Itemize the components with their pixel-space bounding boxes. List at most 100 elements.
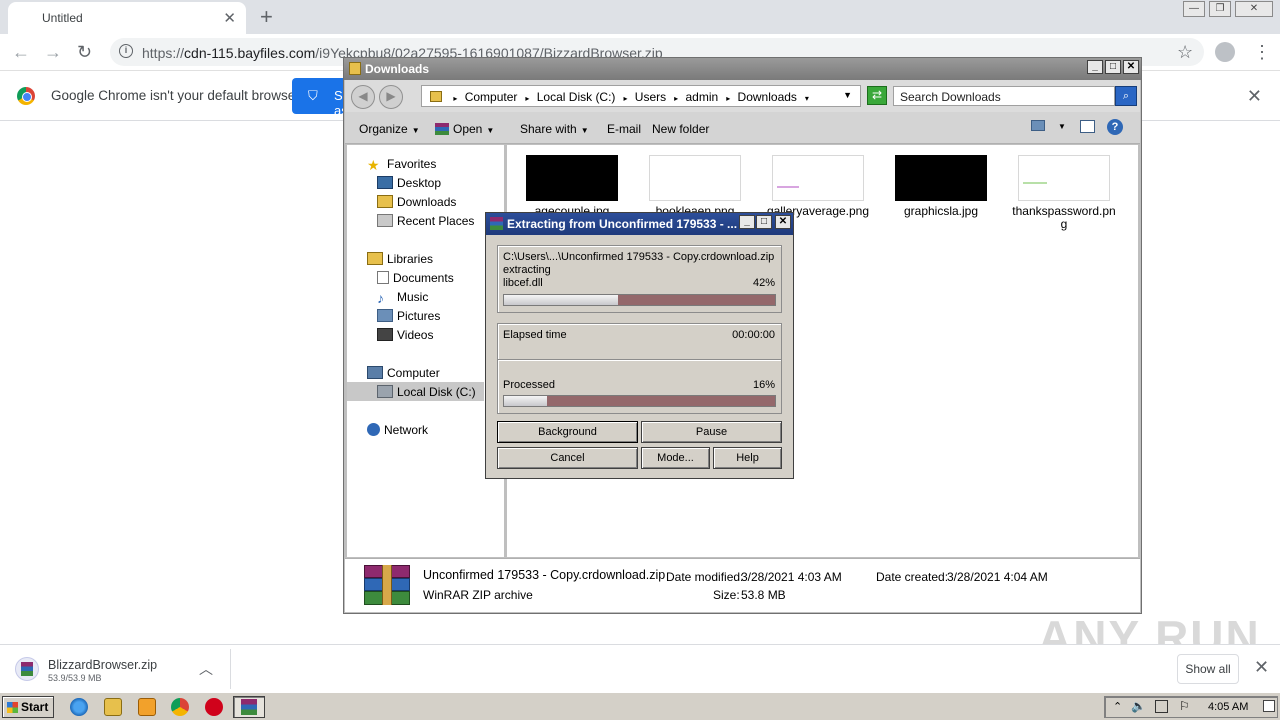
show-all-button[interactable]: Show all <box>1177 654 1239 684</box>
media-player-icon[interactable] <box>138 698 156 716</box>
nav-downloads[interactable]: Downloads <box>377 195 456 209</box>
minimize-icon[interactable]: _ <box>739 215 755 229</box>
dialog-title: Extracting from Unconfirmed 179533 - ... <box>507 217 738 231</box>
details-file-type: WinRAR ZIP archive <box>423 588 533 602</box>
menu-dots-icon[interactable]: ⋮ <box>1253 42 1271 63</box>
nav-documents[interactable]: Documents <box>377 271 454 285</box>
volume-icon[interactable]: 🔈 <box>1131 699 1146 713</box>
close-window-icon[interactable]: ✕ <box>1235 1 1273 17</box>
network-tray-icon[interactable] <box>1155 700 1168 713</box>
chevron-up-icon[interactable]: ︿ <box>199 659 213 679</box>
nav-label: Downloads <box>397 195 457 209</box>
details-modified-value: 3/28/2021 4:03 AM <box>741 570 842 584</box>
archive-path: C:\Users\...\Unconfirmed 179533 - Copy.c… <box>503 251 775 263</box>
close-icon[interactable]: ✕ <box>775 215 791 229</box>
view-icon[interactable] <box>1031 120 1045 131</box>
email-button[interactable]: E-mail <box>607 122 641 136</box>
breadcrumb-item[interactable]: Local Disk (C:) <box>537 90 616 104</box>
close-icon[interactable]: ✕ <box>1123 60 1139 74</box>
profile-avatar-icon[interactable] <box>1215 42 1235 62</box>
opera-icon[interactable] <box>205 698 223 716</box>
nav-videos[interactable]: Videos <box>377 328 433 342</box>
maximize-icon[interactable]: □ <box>756 215 772 229</box>
infobar-close-icon[interactable]: ✕ <box>1247 86 1262 107</box>
nav-network[interactable]: Network <box>367 423 428 437</box>
nav-libraries[interactable]: Libraries <box>367 252 433 266</box>
open-button[interactable]: Open ▼ <box>435 122 494 136</box>
breadcrumb-item[interactable]: Users <box>635 90 666 104</box>
forward-arrow-icon[interactable]: → <box>44 42 62 63</box>
start-button[interactable]: Start <box>2 696 54 718</box>
divider <box>230 649 231 689</box>
cancel-button[interactable]: Cancel <box>497 447 638 469</box>
clock: 4:05 AM <box>1208 701 1249 713</box>
recent-places-icon <box>377 214 393 227</box>
pause-button[interactable]: Pause <box>641 421 782 443</box>
preview-pane-icon[interactable] <box>1080 120 1095 133</box>
search-input[interactable]: Search Downloads <box>893 86 1115 106</box>
organize-button[interactable]: Organize ▼ <box>359 122 420 136</box>
site-info-icon[interactable]: i <box>119 44 133 58</box>
file-thumbnail[interactable] <box>1018 155 1110 201</box>
back-button[interactable]: ◀ <box>351 85 375 109</box>
refresh-icon[interactable]: ⇄ <box>867 86 887 105</box>
nav-pictures[interactable]: Pictures <box>377 309 440 323</box>
browser-tab[interactable]: Untitled ✕ <box>8 2 246 34</box>
help-button[interactable]: Help <box>713 447 782 469</box>
show-desktop-icon[interactable] <box>1263 700 1275 712</box>
file-thumbnail[interactable] <box>526 155 618 201</box>
file-thumbnail[interactable] <box>895 155 987 201</box>
search-icon[interactable]: ⌕ <box>1115 86 1137 106</box>
winrar-taskbar-button[interactable] <box>233 696 265 718</box>
download-file-name[interactable]: BlizzardBrowser.zip <box>48 658 157 672</box>
details-pane: Unconfirmed 179533 - Copy.crdownload.zip… <box>345 558 1140 612</box>
nav-label: Recent Places <box>397 214 475 228</box>
tray-expand-icon[interactable]: ⌃ <box>1113 700 1122 713</box>
nav-desktop[interactable]: Desktop <box>377 176 441 190</box>
file-name[interactable]: graphicsla.jpg <box>886 205 996 218</box>
share-with-button[interactable]: Share with ▼ <box>520 122 589 136</box>
chevron-down-icon[interactable]: ▼ <box>843 90 852 100</box>
explorer-folder-icon[interactable] <box>104 698 122 716</box>
nav-label: Desktop <box>397 176 442 190</box>
nav-music[interactable]: ♪ Music <box>377 290 428 306</box>
mode-button[interactable]: Mode... <box>641 447 710 469</box>
details-created-label: Date created: <box>876 570 949 584</box>
nav-label: Videos <box>397 328 434 342</box>
background-button[interactable]: Background <box>497 421 638 443</box>
file-name[interactable]: thankspassword.png <box>1009 205 1119 231</box>
overall-progress-group: Elapsed time 00:00:00 Processed 16% <box>497 323 782 414</box>
file-thumbnail[interactable] <box>649 155 741 201</box>
reload-icon[interactable]: ↻ <box>77 42 92 63</box>
minimize-window-icon[interactable]: — <box>1183 1 1205 17</box>
internet-explorer-icon[interactable] <box>70 698 88 716</box>
help-icon[interactable]: ? <box>1107 119 1123 135</box>
breadcrumb-item[interactable]: admin <box>686 90 719 104</box>
music-note-icon: ♪ <box>377 290 384 306</box>
nav-computer[interactable]: Computer <box>367 366 440 380</box>
tab-close-icon[interactable]: ✕ <box>223 9 236 27</box>
elapsed-value: 00:00:00 <box>732 329 775 341</box>
system-tray: ⌃ 🔈 ⚐ <box>1104 696 1278 718</box>
flag-icon[interactable]: ⚐ <box>1179 699 1190 713</box>
new-folder-button[interactable]: New folder <box>652 122 709 136</box>
forward-button[interactable]: ▶ <box>379 85 403 109</box>
breadcrumb-item[interactable]: Computer <box>465 90 518 104</box>
maximize-icon[interactable]: □ <box>1105 60 1121 74</box>
restore-window-icon[interactable]: ❐ <box>1209 1 1231 17</box>
chrome-icon[interactable] <box>171 698 189 716</box>
file-thumbnail[interactable] <box>772 155 864 201</box>
new-tab-icon[interactable]: + <box>260 4 273 30</box>
nav-local-disk[interactable]: Local Disk (C:) <box>377 385 476 399</box>
dialog-titlebar[interactable]: Extracting from Unconfirmed 179533 - ...… <box>486 213 793 235</box>
nav-favorites[interactable]: ★ Favorites <box>367 157 436 173</box>
breadcrumb-item[interactable]: Downloads <box>738 90 797 104</box>
chevron-down-icon[interactable]: ▼ <box>1058 122 1066 131</box>
nav-recent-places[interactable]: Recent Places <box>377 214 474 228</box>
explorer-titlebar[interactable]: Downloads _ □ ✕ <box>344 58 1141 80</box>
breadcrumb[interactable]: ▸ Computer ▸ Local Disk (C:) ▸ Users ▸ admi… <box>421 85 861 107</box>
bookmark-star-icon[interactable]: ☆ <box>1177 42 1193 63</box>
close-icon[interactable]: ✕ <box>1254 657 1269 678</box>
back-arrow-icon[interactable]: ← <box>12 42 30 63</box>
minimize-icon[interactable]: _ <box>1087 60 1103 74</box>
